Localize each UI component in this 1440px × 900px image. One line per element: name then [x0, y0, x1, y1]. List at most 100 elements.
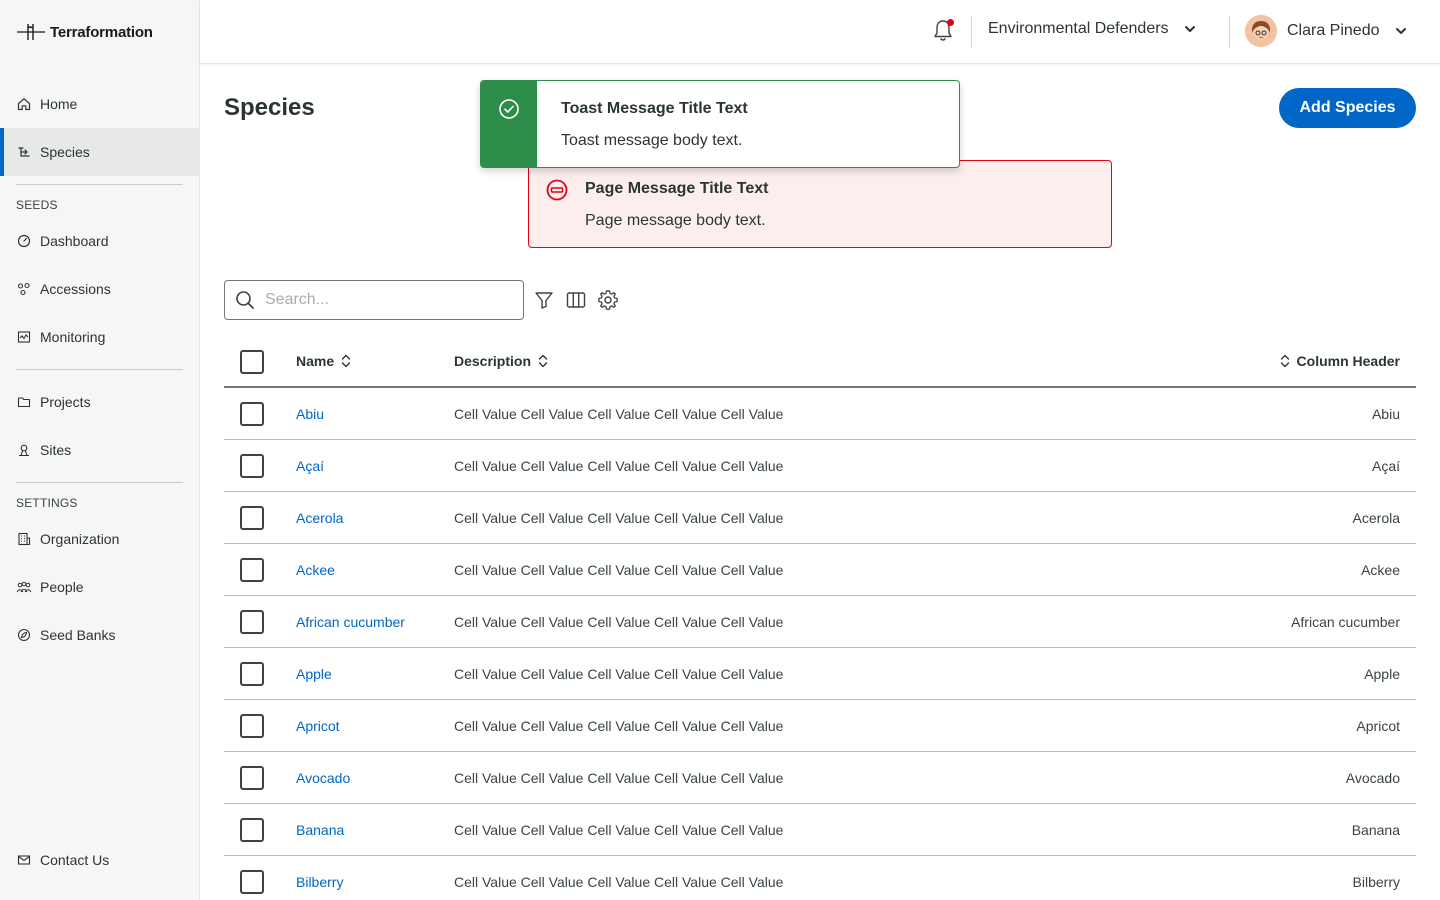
column-header-generic[interactable]: Column Header [1279, 353, 1400, 369]
select-all-checkbox[interactable] [240, 350, 264, 374]
sidebar-divider [16, 184, 183, 185]
description-cell: Cell Value Cell Value Cell Value Cell Va… [454, 509, 784, 526]
species-name-link[interactable]: Abiu [296, 406, 324, 422]
search-field[interactable] [224, 280, 524, 320]
row-checkbox[interactable] [240, 661, 264, 686]
chevron-down-icon [1395, 28, 1406, 34]
species-name-link[interactable]: Apple [296, 666, 332, 682]
notifications-button[interactable] [931, 18, 955, 44]
species-name-link[interactable]: Açaí [296, 458, 324, 474]
table-row: African cucumber Cell Value Cell Value C… [224, 596, 1416, 648]
column-header-label: Name [296, 353, 335, 369]
table-row: Ackee Cell Value Cell Value Cell Value C… [224, 544, 1416, 596]
sidebar-item-people[interactable]: People [0, 563, 199, 611]
column-cell: Ackee [1361, 561, 1400, 578]
sidebar-item-accessions[interactable]: Accessions [0, 265, 199, 313]
terraformation-logo-icon [17, 24, 45, 40]
page-message: Page Message Title Text Page message bod… [528, 160, 1112, 248]
add-species-button[interactable]: Add Species [1279, 88, 1416, 128]
table-header-row: Name Description Column Header [224, 336, 1416, 388]
sidebar-item-label: Species [40, 144, 90, 160]
accessions-icon [16, 281, 32, 297]
row-checkbox[interactable] [240, 869, 264, 894]
description-cell: Cell Value Cell Value Cell Value Cell Va… [454, 769, 784, 786]
settings-button[interactable] [597, 289, 619, 311]
sidebar-item-seed-banks[interactable]: Seed Banks [0, 611, 199, 659]
page-message-body: Page message body text. [585, 212, 766, 229]
sort-icon [538, 354, 548, 368]
species-name-link[interactable]: Apricot [296, 718, 340, 734]
description-cell: Cell Value Cell Value Cell Value Cell Va… [454, 665, 784, 682]
row-checkbox[interactable] [240, 505, 264, 530]
avatar [1245, 15, 1277, 47]
description-cell: Cell Value Cell Value Cell Value Cell Va… [454, 873, 784, 890]
sidebar-item-label: Dashboard [40, 233, 109, 249]
column-cell: Apricot [1356, 717, 1400, 734]
column-cell: African cucumber [1291, 613, 1400, 630]
organization-icon [16, 531, 32, 547]
sidebar-item-projects[interactable]: Projects [0, 378, 199, 426]
sidebar-item-dashboard[interactable]: Dashboard [0, 217, 199, 265]
species-table: Name Description Column Header Abiu Cell… [224, 336, 1416, 900]
organization-selector[interactable]: Environmental Defenders [988, 20, 1197, 38]
column-cell: Açaí [1371, 457, 1400, 474]
gear-icon [598, 290, 618, 310]
search-icon [236, 291, 254, 309]
sidebar-item-label: People [40, 579, 84, 595]
user-name: Clara Pinedo [1287, 22, 1380, 39]
column-cell: Banana [1351, 821, 1400, 838]
table-row: Açaí Cell Value Cell Value Cell Value Ce… [224, 440, 1416, 492]
row-checkbox[interactable] [240, 557, 264, 582]
page-title: Species [224, 94, 315, 121]
table-row: Apricot Cell Value Cell Value Cell Value… [224, 700, 1416, 752]
sort-icon [1280, 354, 1289, 368]
row-checkbox[interactable] [240, 765, 264, 790]
search-input[interactable] [265, 291, 505, 309]
home-icon [16, 96, 32, 112]
sidebar-divider [16, 482, 183, 483]
table-row: Banana Cell Value Cell Value Cell Value … [224, 804, 1416, 856]
sidebar: Terraformation Home Species SEEDS Dashbo… [0, 0, 200, 900]
sidebar-item-label: Sites [40, 442, 72, 458]
filter-button[interactable] [533, 289, 555, 311]
sidebar-item-label: Monitoring [40, 329, 106, 345]
sidebar-item-home[interactable]: Home [0, 80, 199, 128]
column-cell: Avocado [1345, 769, 1400, 786]
species-name-link[interactable]: Banana [296, 822, 344, 838]
sidebar-item-sites[interactable]: Sites [0, 426, 199, 474]
row-checkbox[interactable] [240, 453, 264, 478]
row-checkbox[interactable] [240, 609, 264, 634]
chevron-down-icon [1184, 26, 1195, 32]
species-name-link[interactable]: Bilberry [296, 874, 343, 890]
species-name-link[interactable]: Acerola [296, 510, 343, 526]
notification-badge [947, 19, 954, 26]
sidebar-item-organization[interactable]: Organization [0, 515, 199, 563]
species-name-link[interactable]: Avocado [296, 770, 350, 786]
sidebar-item-label: Organization [40, 531, 120, 547]
description-cell: Cell Value Cell Value Cell Value Cell Va… [454, 561, 784, 578]
column-header-name[interactable]: Name [296, 353, 352, 369]
sidebar-item-monitoring[interactable]: Monitoring [0, 313, 199, 361]
description-cell: Cell Value Cell Value Cell Value Cell Va… [454, 405, 784, 422]
row-checkbox[interactable] [240, 713, 264, 738]
table-row: Bilberry Cell Value Cell Value Cell Valu… [224, 856, 1416, 900]
species-name-link[interactable]: African cucumber [296, 614, 405, 630]
columns-button[interactable] [565, 289, 587, 311]
people-icon [16, 579, 32, 595]
app-logo[interactable]: Terraformation [16, 20, 153, 44]
sidebar-section-settings: SETTINGS [16, 496, 78, 510]
row-checkbox[interactable] [240, 817, 264, 842]
row-checkbox[interactable] [240, 401, 264, 426]
error-icon [546, 179, 568, 201]
app-name: Terraformation [50, 23, 153, 41]
sidebar-contact: Contact Us [0, 836, 199, 884]
user-menu[interactable]: Clara Pinedo [1245, 15, 1408, 47]
sidebar-item-contact-us[interactable]: Contact Us [0, 836, 199, 884]
sidebar-item-species[interactable]: Species [0, 128, 199, 176]
organization-name: Environmental Defenders [988, 20, 1169, 37]
sidebar-item-label: Contact Us [40, 852, 110, 868]
species-name-link[interactable]: Ackee [296, 562, 335, 578]
column-header-description[interactable]: Description [454, 353, 549, 369]
species-icon [16, 144, 32, 160]
columns-icon [566, 292, 586, 308]
